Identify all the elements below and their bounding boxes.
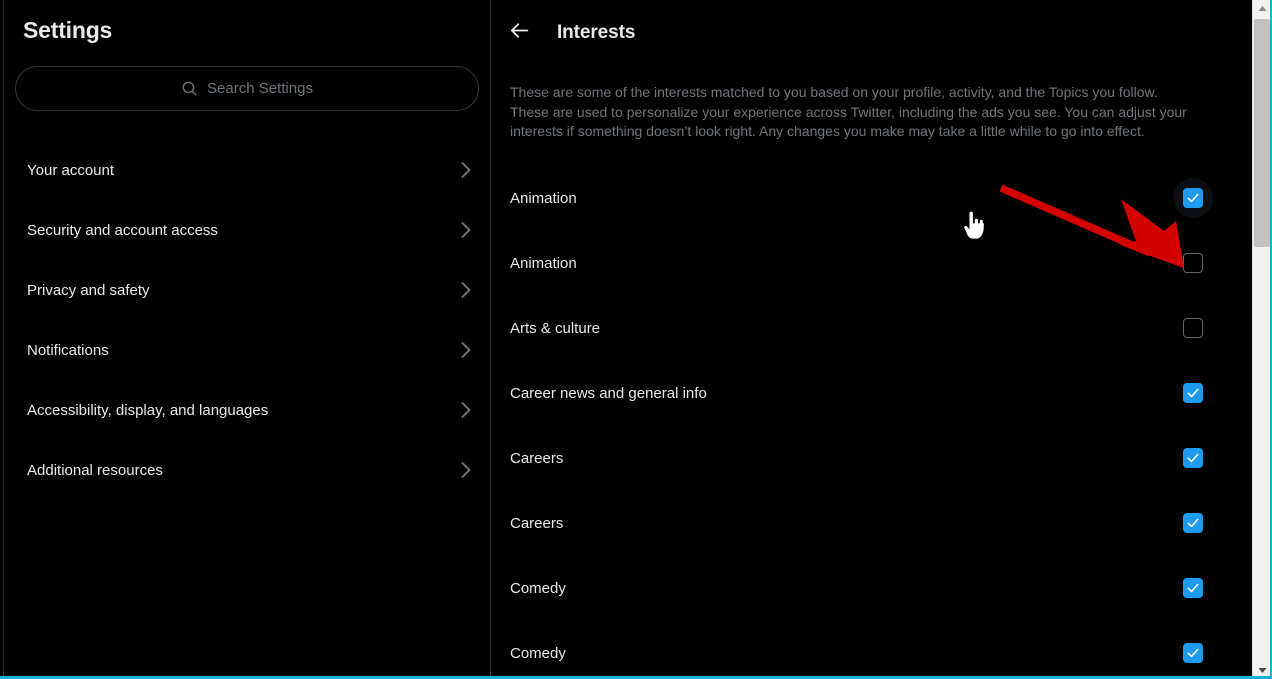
chevron-right-icon bbox=[460, 460, 473, 480]
interest-checkbox-wrapper[interactable] bbox=[1181, 251, 1205, 275]
sidebar-main-divider bbox=[490, 0, 491, 676]
interest-label: Arts & culture bbox=[510, 319, 601, 337]
sidebar-title: Settings bbox=[23, 17, 113, 43]
checkbox-checked-icon[interactable] bbox=[1183, 513, 1203, 533]
interest-checkbox-wrapper[interactable] bbox=[1173, 178, 1213, 218]
panel-header: Interests bbox=[491, 0, 1249, 66]
interests-panel: Interests These are some of the interest… bbox=[491, 0, 1249, 676]
interest-row[interactable]: Animation bbox=[491, 166, 1249, 231]
interest-label: Animation bbox=[510, 189, 577, 207]
interest-checkbox-wrapper[interactable] bbox=[1181, 641, 1205, 665]
search-placeholder: Search Settings bbox=[207, 80, 313, 97]
app-viewport: Settings Search Settings Your account Se… bbox=[0, 0, 1272, 679]
interests-description: These are some of the interests matched … bbox=[510, 84, 1187, 139]
interest-row[interactable]: Arts & culture bbox=[491, 296, 1249, 361]
interest-label: Careers bbox=[510, 449, 564, 467]
checkbox-checked-icon[interactable] bbox=[1183, 578, 1203, 598]
chevron-right-icon bbox=[460, 400, 473, 420]
sidebar-item-additional-resources[interactable]: Additional resources bbox=[4, 440, 490, 500]
checkbox-checked-icon[interactable] bbox=[1183, 448, 1203, 468]
scroll-up-arrow-icon[interactable] bbox=[1253, 0, 1271, 17]
chevron-right-icon bbox=[460, 340, 473, 360]
interest-row[interactable]: Comedy bbox=[491, 621, 1249, 677]
browser-scrollbar[interactable] bbox=[1252, 0, 1270, 679]
checkbox-checked-icon[interactable] bbox=[1183, 188, 1203, 208]
sidebar-item-label: Accessibility, display, and languages bbox=[27, 401, 269, 419]
sidebar-nav-list: Your account Security and account access… bbox=[4, 140, 490, 500]
interest-row[interactable]: Careers bbox=[491, 491, 1249, 556]
chevron-right-icon bbox=[460, 160, 473, 180]
interest-label: Career news and general info bbox=[510, 384, 707, 402]
sidebar-item-security-and-account-access[interactable]: Security and account access bbox=[4, 200, 490, 260]
interest-checkbox-wrapper[interactable] bbox=[1181, 511, 1205, 535]
interest-checkbox-wrapper[interactable] bbox=[1181, 316, 1205, 340]
search-icon bbox=[181, 80, 198, 97]
chevron-right-icon bbox=[460, 220, 473, 240]
interest-row[interactable]: Career news and general info bbox=[491, 361, 1249, 426]
interest-checkbox-wrapper[interactable] bbox=[1181, 446, 1205, 470]
checkbox-checked-icon[interactable] bbox=[1183, 383, 1203, 403]
interest-label: Careers bbox=[510, 514, 564, 532]
sidebar-item-label: Privacy and safety bbox=[27, 281, 150, 299]
sidebar-item-accessibility-display-and-languages[interactable]: Accessibility, display, and languages bbox=[4, 380, 490, 440]
back-button[interactable] bbox=[502, 16, 536, 50]
sidebar-item-notifications[interactable]: Notifications bbox=[4, 320, 490, 380]
sidebar-item-label: Security and account access bbox=[27, 221, 218, 239]
sidebar-item-label: Your account bbox=[27, 161, 115, 179]
page-title: Interests bbox=[557, 22, 636, 43]
sidebar-item-your-account[interactable]: Your account bbox=[4, 140, 490, 200]
sidebar-item-privacy-and-safety[interactable]: Privacy and safety bbox=[4, 260, 490, 320]
interest-label: Animation bbox=[510, 254, 577, 272]
scrollbar-thumb[interactable] bbox=[1254, 19, 1270, 247]
interest-checkbox-wrapper[interactable] bbox=[1181, 576, 1205, 600]
interests-list: Animation Animation Arts & culture Caree… bbox=[491, 166, 1249, 677]
interest-label: Comedy bbox=[510, 579, 566, 597]
checkbox-unchecked-icon[interactable] bbox=[1183, 318, 1203, 338]
chevron-right-icon bbox=[460, 280, 473, 300]
interest-checkbox-wrapper[interactable] bbox=[1181, 381, 1205, 405]
search-settings-input[interactable]: Search Settings bbox=[15, 66, 479, 111]
checkbox-unchecked-icon[interactable] bbox=[1183, 253, 1203, 273]
sidebar-item-label: Additional resources bbox=[27, 461, 163, 479]
interest-row[interactable]: Animation bbox=[491, 231, 1249, 296]
interest-row[interactable]: Careers bbox=[491, 426, 1249, 491]
back-arrow-icon bbox=[509, 20, 530, 46]
settings-sidebar: Settings Search Settings Your account Se… bbox=[4, 0, 490, 676]
interest-label: Comedy bbox=[510, 644, 566, 662]
sidebar-item-label: Notifications bbox=[27, 341, 109, 359]
checkbox-checked-icon[interactable] bbox=[1183, 643, 1203, 663]
interest-row[interactable]: Comedy bbox=[491, 556, 1249, 621]
